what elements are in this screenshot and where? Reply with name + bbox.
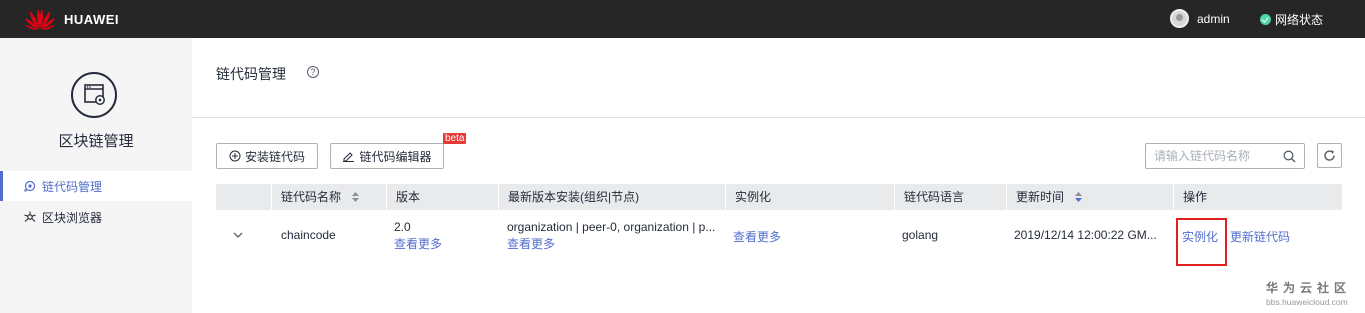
huawei-logo[interactable]: HUAWEI: [24, 6, 119, 32]
highlight-annotation-box: [1176, 218, 1227, 266]
search-box[interactable]: [1145, 143, 1305, 169]
chaincode-icon: [24, 180, 36, 192]
chaincode-name: chaincode: [281, 228, 336, 242]
column-header-version: 版本: [386, 184, 498, 210]
brand-name: HUAWEI: [64, 11, 119, 27]
sidebar-item-block-explorer[interactable]: 区块浏览器: [0, 202, 192, 232]
user-menu[interactable]: admin: [1170, 9, 1230, 28]
column-header-language: 链代码语言: [894, 184, 1006, 210]
status-ok-icon: [1260, 14, 1271, 25]
column-header-latest-install: 最新版本安装(组织|节点): [498, 184, 725, 210]
blockchain-management-icon: [71, 72, 117, 118]
install-info: organization | peer-0, organization | p.…: [507, 220, 716, 234]
plus-circle-icon: [229, 150, 241, 162]
watermark-en: bbs.huaweicloud.com: [1266, 297, 1348, 307]
language-value: golang: [902, 228, 939, 242]
refresh-icon: [1324, 150, 1335, 161]
install-chaincode-button[interactable]: 安装链代码: [216, 143, 318, 169]
watermark: 华为云社区 bbs.huaweicloud.com: [1266, 279, 1351, 307]
username: admin: [1197, 11, 1230, 26]
huawei-flower-icon: [25, 9, 55, 30]
refresh-button[interactable]: [1317, 143, 1342, 168]
table-header: 链代码名称 版本 最新版本安装(组织|节点) 实例化 链代码语言 更新时间 操作: [216, 184, 1342, 210]
sidebar-item-chaincode-management[interactable]: 链代码管理: [0, 171, 192, 201]
block-explorer-icon: [24, 211, 36, 223]
help-icon[interactable]: ?: [307, 66, 319, 78]
sidebar: 区块链管理 链代码管理 区块浏览器: [0, 38, 192, 313]
install-chaincode-label: 安装链代码: [244, 149, 305, 164]
network-status[interactable]: 网络状态: [1260, 11, 1323, 28]
sidebar-item-label: 链代码管理: [42, 179, 103, 194]
table-row: chaincode 2.0 查看更多 organization | peer-0…: [216, 210, 1342, 260]
updated-time-value: 2019/12/14 12:00:22 GM...: [1014, 228, 1157, 242]
instantiate-more-link[interactable]: 查看更多: [733, 228, 781, 245]
network-status-label: 网络状态: [1275, 13, 1324, 27]
chaincode-editor-label: 链代码编辑器: [359, 149, 432, 164]
avatar: [1170, 9, 1189, 28]
chaincode-editor-button[interactable]: 链代码编辑器: [330, 143, 444, 169]
update-chaincode-link[interactable]: 更新链代码: [1230, 228, 1290, 245]
beta-badge: beta: [443, 133, 467, 144]
column-header-updated-time[interactable]: 更新时间: [1006, 184, 1173, 210]
watermark-cn: 华为云社区: [1266, 281, 1352, 295]
page-title: 链代码管理: [216, 66, 286, 82]
version-more-link[interactable]: 查看更多: [394, 235, 442, 252]
sort-icon[interactable]: [1075, 185, 1083, 211]
sort-icon[interactable]: [352, 185, 360, 211]
column-header-actions: 操作: [1173, 184, 1342, 210]
sidebar-item-label: 区块浏览器: [42, 210, 103, 225]
edit-icon: [342, 150, 355, 162]
version-value: 2.0: [394, 220, 411, 234]
search-input[interactable]: [1146, 144, 1276, 168]
install-more-link[interactable]: 查看更多: [507, 235, 555, 252]
top-bar: HUAWEI admin 网络状态: [0, 0, 1365, 38]
expand-row-icon[interactable]: [233, 228, 243, 242]
column-header-instantiation: 实例化: [725, 184, 894, 210]
divider: [192, 117, 1365, 118]
search-icon[interactable]: [1283, 150, 1296, 166]
sidebar-title: 区块链管理: [58, 133, 134, 150]
column-header-name[interactable]: 链代码名称: [271, 184, 386, 210]
